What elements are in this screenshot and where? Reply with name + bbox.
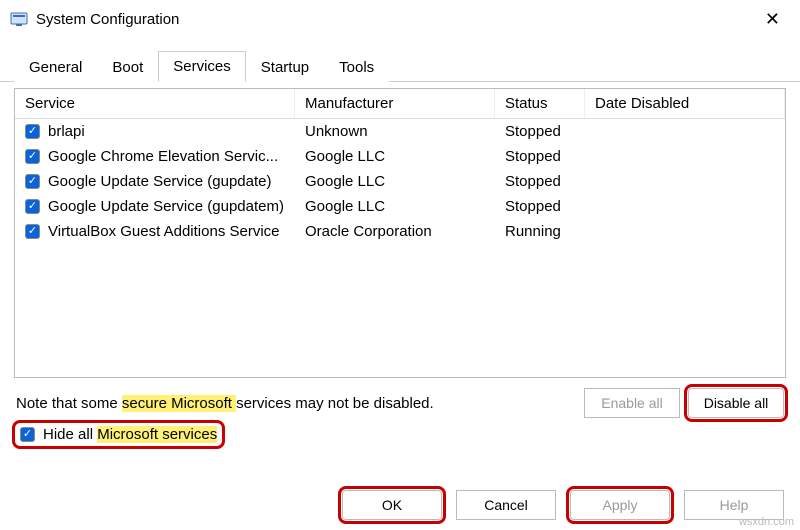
service-status: Running xyxy=(495,221,585,242)
table-row[interactable]: Google Update Service (gupdatem) Google L… xyxy=(15,194,785,219)
service-manufacturer: Unknown xyxy=(295,121,495,142)
hide-microsoft-checkbox[interactable] xyxy=(20,427,35,442)
note-highlight: secure Microsoft xyxy=(122,395,236,412)
column-date-disabled[interactable]: Date Disabled xyxy=(585,89,785,118)
hide-microsoft-label: Hide all Microsoft services xyxy=(43,426,217,443)
close-icon[interactable]: ✕ xyxy=(755,5,790,34)
service-checkbox[interactable] xyxy=(25,174,40,189)
service-manufacturer: Google LLC xyxy=(295,146,495,167)
tab-services[interactable]: Services xyxy=(158,51,246,82)
enable-all-button[interactable]: Enable all xyxy=(584,388,680,418)
window-title: System Configuration xyxy=(36,11,179,28)
service-date-disabled xyxy=(585,221,785,242)
note-prefix: Note that some xyxy=(16,395,122,412)
window: System Configuration ✕ General Boot Serv… xyxy=(0,0,800,530)
service-name: brlapi xyxy=(48,123,85,140)
service-manufacturer: Google LLC xyxy=(295,196,495,217)
column-headers[interactable]: Service Manufacturer Status Date Disable… xyxy=(15,89,785,119)
table-row[interactable]: VirtualBox Guest Additions Service Oracle… xyxy=(15,219,785,244)
table-row[interactable]: Google Update Service (gupdate) Google LL… xyxy=(15,169,785,194)
service-checkbox[interactable] xyxy=(25,149,40,164)
hide-label-prefix: Hide all xyxy=(43,426,97,443)
watermark: wsxdn.com xyxy=(739,516,794,528)
table-row[interactable]: Google Chrome Elevation Servic... Google … xyxy=(15,144,785,169)
tab-general[interactable]: General xyxy=(14,52,97,82)
service-date-disabled xyxy=(585,146,785,167)
column-service[interactable]: Service xyxy=(15,89,295,118)
hide-microsoft-wrapper: Hide all Microsoft services xyxy=(16,424,221,445)
service-manufacturer: Google LLC xyxy=(295,171,495,192)
hide-microsoft-row: Hide all Microsoft services xyxy=(0,418,800,445)
column-status[interactable]: Status xyxy=(495,89,585,118)
column-manufacturer[interactable]: Manufacturer xyxy=(295,89,495,118)
tab-body: Service Manufacturer Status Date Disable… xyxy=(0,82,800,378)
service-checkbox[interactable] xyxy=(25,124,40,139)
service-date-disabled xyxy=(585,196,785,217)
disable-all-button[interactable]: Disable all xyxy=(688,388,784,418)
services-list[interactable]: Service Manufacturer Status Date Disable… xyxy=(14,88,786,378)
hide-label-highlight: Microsoft services xyxy=(97,426,217,443)
cancel-button[interactable]: Cancel xyxy=(456,490,556,520)
note-row: Note that some secure Microsoft services… xyxy=(0,378,800,418)
service-name: Google Chrome Elevation Servic... xyxy=(48,148,278,165)
msconfig-icon xyxy=(10,10,28,28)
service-manufacturer: Oracle Corporation xyxy=(295,221,495,242)
service-name: VirtualBox Guest Additions Service xyxy=(48,223,280,240)
ok-button[interactable]: OK xyxy=(342,490,442,520)
table-row[interactable]: brlapi UnknownStopped xyxy=(15,119,785,144)
tab-startup[interactable]: Startup xyxy=(246,52,324,82)
service-name: Google Update Service (gupdate) xyxy=(48,173,271,190)
service-status: Stopped xyxy=(495,196,585,217)
service-checkbox[interactable] xyxy=(25,224,40,239)
tab-strip: General Boot Services Startup Tools xyxy=(0,38,800,82)
service-rows: brlapiUnknownStoppedGoogle Chrome Elevat… xyxy=(15,119,785,244)
tab-boot[interactable]: Boot xyxy=(97,52,158,82)
service-status: Stopped xyxy=(495,121,585,142)
note-text: Note that some secure Microsoft services… xyxy=(16,395,434,412)
service-checkbox[interactable] xyxy=(25,199,40,214)
service-name: Google Update Service (gupdatem) xyxy=(48,198,284,215)
apply-button[interactable]: Apply xyxy=(570,490,670,520)
service-date-disabled xyxy=(585,121,785,142)
tab-tools[interactable]: Tools xyxy=(324,52,389,82)
note-suffix: services may not be disabled. xyxy=(236,395,434,412)
service-status: Stopped xyxy=(495,146,585,167)
service-date-disabled xyxy=(585,171,785,192)
titlebar: System Configuration ✕ xyxy=(0,0,800,38)
dialog-buttons: OK Cancel Apply Help xyxy=(328,490,784,520)
service-status: Stopped xyxy=(495,171,585,192)
